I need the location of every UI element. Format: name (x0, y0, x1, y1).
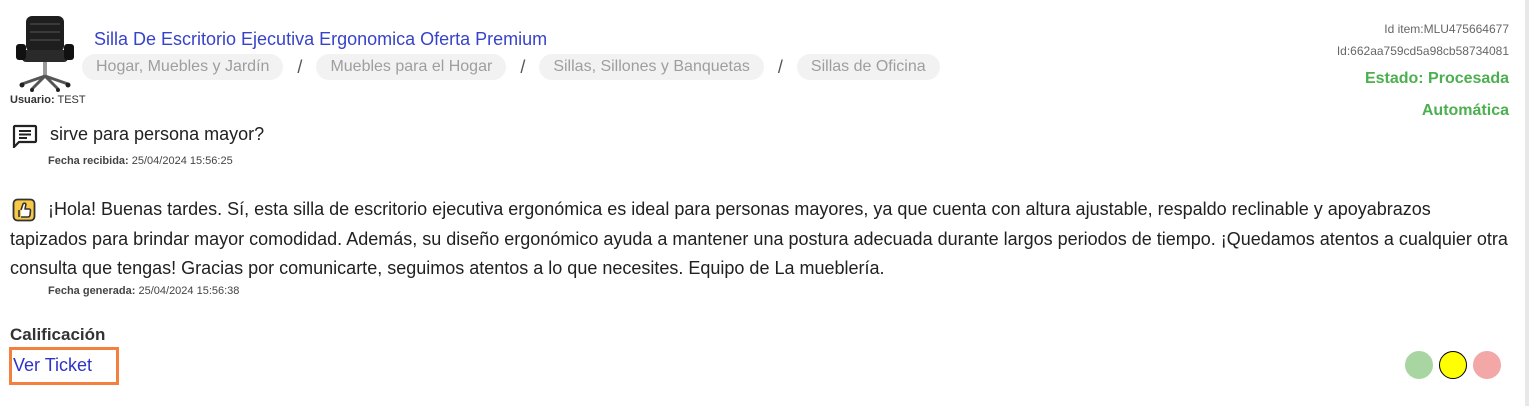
id-item: Id item:MLU475664677 (1384, 22, 1509, 36)
received-date-label: Fecha recibida: (48, 155, 129, 167)
ver-ticket-link[interactable]: Ver Ticket (13, 355, 92, 376)
question-card: Usuario: TEST Silla De Escritorio Ejecut… (0, 0, 1529, 406)
generated-date-label: Fecha generada: (48, 285, 136, 297)
breadcrumb-item-sillas[interactable]: Sillas, Sillones y Banquetas (539, 54, 764, 80)
chat-message-icon (12, 124, 38, 148)
generated-date-value: 25/04/2024 15:56:38 (138, 285, 240, 297)
breadcrumb-separator: / (520, 56, 526, 77)
rating-label: Calificación (10, 325, 106, 344)
breadcrumb-separator: / (777, 56, 783, 77)
product-thumbnail[interactable] (12, 14, 78, 92)
breadcrumb-separator: / (297, 56, 303, 77)
rating-green-button[interactable] (1405, 351, 1433, 379)
breadcrumb-item-muebles[interactable]: Muebles para el Hogar (316, 54, 507, 80)
status-line-2: Automática (1421, 102, 1509, 119)
scrollbar[interactable] (1525, 0, 1529, 406)
robot-thumbs-up-icon (12, 198, 36, 222)
rating-red-button[interactable] (1473, 351, 1501, 379)
received-date: Fecha recibida: 25/04/2024 15:56:25 (48, 155, 233, 167)
breadcrumb: Hogar, Muebles y Jardín / Muebles para e… (82, 54, 940, 80)
breadcrumb-item-hogar[interactable]: Hogar, Muebles y Jardín (82, 54, 284, 80)
id-value: Id:662aa759cd5a98cb58734081 (1336, 44, 1509, 58)
rating-options (1405, 351, 1501, 379)
rating-yellow-button[interactable] (1439, 351, 1467, 379)
generated-date: Fecha generada: 25/04/2024 15:56:38 (48, 285, 239, 297)
user-info: Usuario: TEST (10, 94, 86, 106)
breadcrumb-item-sillas-oficina[interactable]: Sillas de Oficina (796, 54, 940, 80)
user-label: Usuario: (10, 94, 55, 106)
item-meta: Id item:MLU475664677 Id:662aa759cd5a98cb… (1337, 18, 1509, 126)
product-title-link[interactable]: Silla De Escritorio Ejecutiva Ergonomica… (94, 29, 547, 50)
question-text: sirve para persona mayor? (50, 124, 265, 144)
ver-ticket-highlight: Ver Ticket (9, 347, 119, 385)
user-value: TEST (57, 94, 86, 106)
status-line-1: Estado: Procesada (1364, 70, 1509, 87)
received-date-value: 25/04/2024 15:56:25 (131, 155, 233, 167)
answer-text: ¡Hola! Buenas tardes. Sí, esta silla de … (10, 199, 1508, 278)
